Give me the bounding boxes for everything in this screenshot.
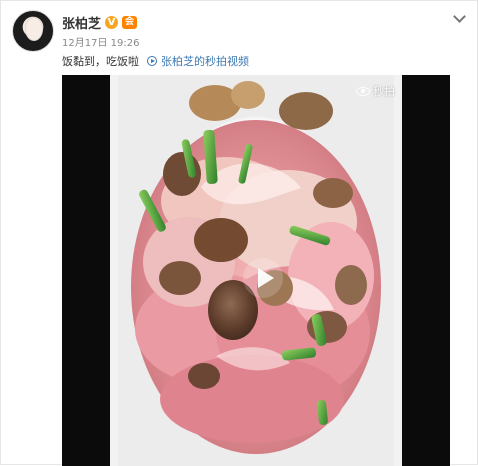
- watermark-text: 秒拍: [373, 85, 395, 98]
- author-name[interactable]: 张柏芝: [62, 13, 101, 32]
- video-watermark: 秒拍: [356, 83, 395, 99]
- play-icon[interactable]: [243, 258, 283, 298]
- post-text: 饭黏到，吃饭啦: [62, 55, 139, 68]
- post-timestamp: 12月17日 19:26: [62, 38, 140, 49]
- video-link[interactable]: 张柏芝的秒拍视频: [147, 53, 249, 69]
- post-body: 饭黏到，吃饭啦 张柏芝的秒拍视频: [62, 53, 249, 69]
- author-row: 张柏芝 V 会: [62, 12, 138, 32]
- chevron-down-icon[interactable]: [453, 12, 465, 24]
- eye-icon: [356, 86, 370, 96]
- verified-icon: V: [105, 15, 119, 29]
- video-player[interactable]: 秒拍: [62, 75, 450, 466]
- video-link-icon: [147, 56, 157, 66]
- vip-badge-icon: 会: [122, 15, 138, 29]
- video-link-label[interactable]: 张柏芝的秒拍视频: [161, 53, 249, 69]
- avatar[interactable]: [12, 10, 54, 52]
- weibo-post-card: 张柏芝 V 会 12月17日 19:26 饭黏到，吃饭啦 张柏芝的秒拍视频 秒拍: [0, 0, 478, 466]
